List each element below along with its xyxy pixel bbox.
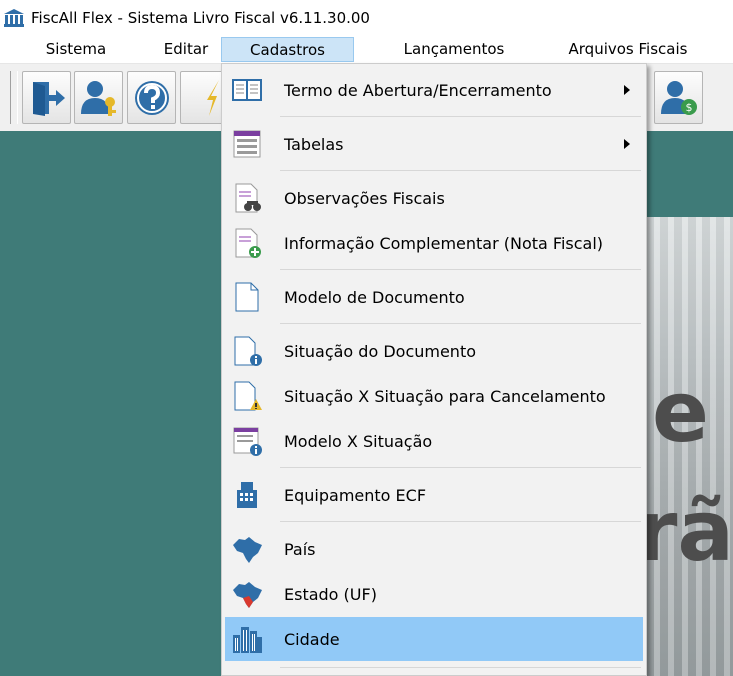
menu-item-label: Termo de Abertura/Encerramento — [284, 80, 552, 100]
menu-item-label: Situação X Situação para Cancelamento — [284, 386, 606, 406]
country-map-icon — [233, 537, 262, 563]
menu-item-tabelas[interactable]: Tabelas — [225, 122, 643, 166]
banner-text-line1: e — [652, 363, 709, 461]
menu-separator — [280, 269, 641, 270]
cash-register-icon — [237, 482, 257, 508]
menu-item-cidade[interactable]: Cidade — [225, 617, 643, 661]
menu-item-pais[interactable]: País — [225, 527, 643, 571]
menu-bar: Sistema Editar Cadastros Lançamentos Arq… — [0, 37, 733, 64]
menu-item-label: Observações Fiscais — [284, 188, 445, 208]
document-binoculars-icon — [235, 183, 261, 213]
app-logo-icon — [4, 9, 24, 27]
form-info-icon — [233, 427, 262, 456]
menu-item-label: Modelo X Situação — [284, 431, 433, 451]
menu-item-informacao-complementar[interactable]: Informação Complementar (Nota Fiscal) — [225, 221, 643, 265]
window-title: FiscAll Flex - Sistema Livro Fiscal v6.1… — [31, 9, 370, 27]
user-key-icon — [80, 80, 116, 116]
lightning-icon — [206, 79, 219, 116]
help-button[interactable] — [127, 71, 176, 124]
cadastros-dropdown-menu: Termo de Abertura/Encerramento Tabelas O… — [221, 63, 647, 676]
menu-item-estado-uf[interactable]: Estado (UF) — [225, 572, 643, 616]
submenu-arrow-icon — [624, 139, 630, 149]
exit-door-icon — [32, 81, 65, 116]
state-map-icon — [233, 582, 262, 608]
menu-separator — [280, 323, 641, 324]
menu-item-termo-abertura[interactable]: Termo de Abertura/Encerramento — [225, 68, 643, 112]
menu-lancamentos[interactable]: Lançamentos — [382, 37, 526, 62]
user-money-button[interactable]: $ — [654, 71, 703, 124]
user-access-button[interactable] — [74, 71, 123, 124]
banner-text-line2: rão — [640, 482, 733, 580]
city-buildings-icon — [233, 627, 262, 653]
menu-item-observacoes-fiscais[interactable]: Observações Fiscais — [225, 176, 643, 220]
book-icon — [232, 79, 262, 101]
document-add-icon — [235, 228, 261, 258]
menu-item-label: Informação Complementar (Nota Fiscal) — [284, 233, 604, 253]
help-icon — [134, 80, 169, 115]
table-icon — [233, 130, 261, 158]
exit-button[interactable] — [22, 71, 71, 124]
menu-item-situacao-cancelamento[interactable]: Situação X Situação para Cancelamento — [225, 374, 643, 418]
menu-item-situacao-documento[interactable]: Situação do Documento — [225, 329, 643, 373]
menu-item-label: Tabelas — [284, 134, 344, 154]
menu-arquivos-fiscais[interactable]: Arquivos Fiscais — [548, 37, 708, 62]
menu-separator — [280, 467, 641, 468]
menu-item-modelo-situacao[interactable]: Modelo X Situação — [225, 419, 643, 463]
menu-separator — [280, 667, 641, 668]
menu-separator — [280, 521, 641, 522]
menu-item-label: Estado (UF) — [284, 584, 377, 604]
document-icon — [235, 282, 259, 312]
menu-separator — [280, 170, 641, 171]
menu-item-label: País — [284, 539, 316, 559]
menu-item-label: Equipamento ECF — [284, 485, 427, 505]
submenu-arrow-icon — [624, 85, 630, 95]
background-banner: e rão — [640, 217, 733, 676]
toolbar-grip[interactable] — [10, 71, 18, 124]
menu-separator — [280, 116, 641, 117]
title-bar: FiscAll Flex - Sistema Livro Fiscal v6.1… — [0, 0, 733, 37]
document-info-icon — [234, 336, 262, 366]
menu-item-equipamento-ecf[interactable]: Equipamento ECF — [225, 473, 643, 517]
menu-item-label: Modelo de Documento — [284, 287, 465, 307]
menu-editar[interactable]: Editar — [144, 37, 228, 62]
document-warning-icon — [234, 381, 262, 411]
menu-sistema[interactable]: Sistema — [28, 37, 124, 62]
menu-item-label: Situação do Documento — [284, 341, 477, 361]
menu-item-modelo-documento[interactable]: Modelo de Documento — [225, 275, 643, 319]
svg-text:$: $ — [685, 101, 692, 114]
user-money-icon: $ — [660, 80, 697, 115]
menu-item-label: Cidade — [284, 629, 340, 649]
menu-cadastros[interactable]: Cadastros — [221, 37, 354, 62]
